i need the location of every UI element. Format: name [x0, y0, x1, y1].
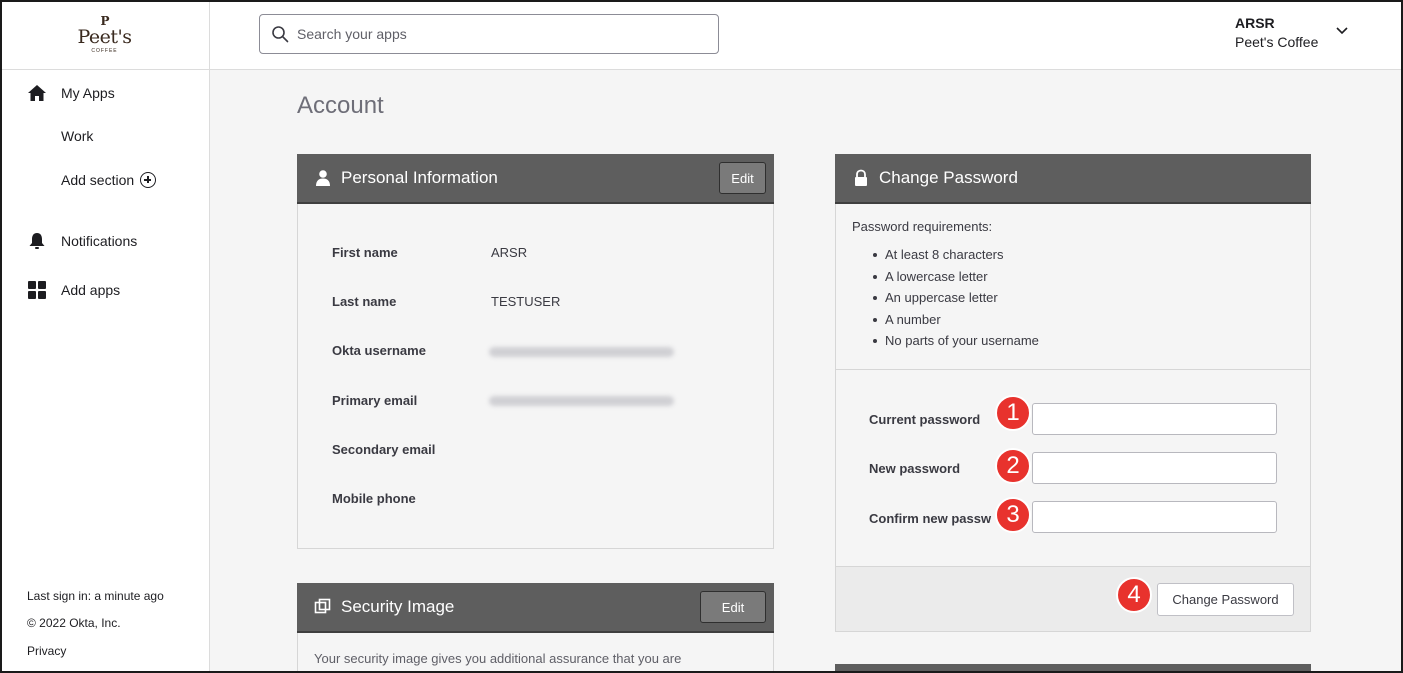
- first-name-label: First name: [332, 245, 398, 260]
- requirement-item: A number: [852, 312, 1039, 334]
- sidebar-item-label: Add section: [61, 172, 157, 188]
- panel-header: Personal Information Edit: [297, 154, 774, 204]
- blurred-username: [489, 347, 674, 357]
- requirement-item: At least 8 characters: [852, 247, 1039, 269]
- add-circle-icon: [140, 172, 157, 188]
- requirements-list: At least 8 characters A lowercase letter…: [852, 247, 1039, 355]
- okta-username-label: Okta username: [332, 343, 426, 358]
- panel-title: Security Image: [341, 597, 455, 616]
- security-image-panel: Security Image Edit Your security image …: [297, 583, 774, 673]
- divider: [836, 369, 1310, 370]
- search-icon: [272, 26, 289, 43]
- sidebar-item-label: Add apps: [61, 282, 121, 298]
- last-sign-in: Last sign in: a minute ago: [27, 589, 164, 603]
- chevron-down-icon[interactable]: [1335, 24, 1349, 38]
- sidebar-item-notifications[interactable]: Notifications: [0, 226, 209, 256]
- step-badge-3: 3: [995, 497, 1031, 533]
- page-title: Account: [297, 92, 384, 119]
- user-menu[interactable]: ARSR Peet's Coffee: [1235, 14, 1318, 51]
- lock-icon: [855, 169, 867, 186]
- search-box: [259, 14, 719, 54]
- search-input[interactable]: [297, 23, 707, 45]
- step-badge-4: 4: [1116, 577, 1152, 613]
- panel-title: Change Password: [879, 168, 1018, 187]
- change-password-panel: Change Password Password requirements: A…: [835, 154, 1311, 632]
- logo-wordmark: Peet's: [77, 26, 132, 48]
- panel-title: Personal Information: [341, 168, 498, 187]
- logo-area: P Peet's COFFEE: [0, 0, 209, 70]
- sidebar-item-label: My Apps: [61, 85, 115, 101]
- confirm-password-input[interactable]: [1032, 501, 1277, 533]
- mobile-phone-label: Mobile phone: [332, 491, 416, 506]
- step-badge-1: 1: [995, 395, 1031, 431]
- add-section-text: Add section: [61, 172, 135, 188]
- primary-email-label: Primary email: [332, 393, 418, 408]
- brand-logo[interactable]: P Peet's COFFEE: [77, 15, 132, 54]
- new-password-input[interactable]: [1032, 452, 1277, 484]
- next-panel-header-partial: [835, 664, 1311, 673]
- last-name-label: Last name: [332, 294, 397, 309]
- sidebar-item-label: Work: [61, 128, 94, 144]
- edit-personal-info-button[interactable]: Edit: [719, 162, 766, 194]
- edit-security-image-button[interactable]: Edit: [700, 591, 766, 623]
- new-password-label: New password: [869, 461, 961, 476]
- panel-header: Change Password: [835, 154, 1311, 204]
- sidebar-item-add-section[interactable]: Add section: [0, 165, 209, 195]
- user-org: Peet's Coffee: [1235, 34, 1319, 50]
- sidebar-item-my-apps[interactable]: My Apps: [0, 78, 209, 108]
- current-password-input[interactable]: [1032, 403, 1277, 435]
- last-name-value: TESTUSER: [491, 294, 561, 309]
- secondary-email-label: Secondary email: [332, 442, 436, 457]
- home-icon: [28, 85, 46, 101]
- first-name-value: ARSR: [491, 245, 528, 260]
- requirement-item: An uppercase letter: [852, 290, 1039, 312]
- requirements-title: Password requirements:: [852, 219, 993, 234]
- personal-information-panel: Personal Information Edit First name ARS…: [297, 154, 774, 549]
- security-image-description: Your security image gives you additional…: [314, 651, 682, 666]
- requirement-item: A lowercase letter: [852, 269, 1039, 291]
- user-icon: [316, 170, 330, 186]
- panel-header: Security Image Edit: [297, 583, 774, 633]
- current-password-label: Current password: [869, 412, 981, 427]
- sidebar-item-add-apps[interactable]: Add apps: [0, 275, 209, 305]
- step-badge-2: 2: [995, 448, 1031, 484]
- user-name: ARSR: [1235, 15, 1275, 31]
- logo-subtitle: COFFEE: [91, 48, 118, 54]
- sidebar-item-label: Notifications: [61, 233, 138, 249]
- blurred-email: [489, 396, 674, 406]
- copyright: © 2022 Okta, Inc.: [27, 616, 121, 630]
- sidebar-item-work[interactable]: Work: [0, 121, 209, 151]
- sidebar: P Peet's COFFEE My Apps Work Add section…: [0, 0, 210, 673]
- privacy-link[interactable]: Privacy: [27, 644, 66, 658]
- top-header: ARSR Peet's Coffee: [210, 0, 1403, 70]
- image-copy-icon: [314, 598, 331, 614]
- grid-icon: [28, 281, 46, 299]
- password-panel-footer: Change Password: [836, 566, 1310, 631]
- requirement-item: No parts of your username: [852, 333, 1039, 355]
- confirm-password-label: Confirm new passw: [869, 511, 992, 526]
- change-password-button[interactable]: Change Password: [1157, 583, 1294, 616]
- bell-icon: [29, 233, 45, 249]
